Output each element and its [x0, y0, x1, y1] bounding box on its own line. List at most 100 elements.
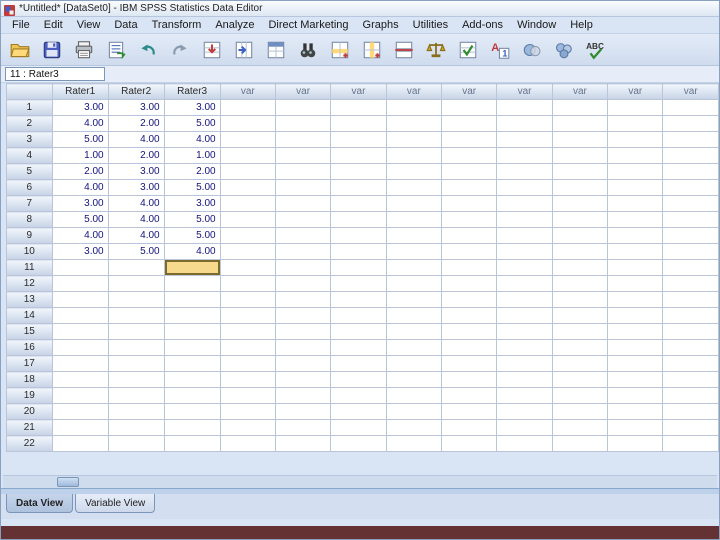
data-cell[interactable]	[662, 371, 719, 388]
data-cell[interactable]	[330, 227, 387, 244]
split-file-icon[interactable]	[391, 37, 417, 63]
data-cell[interactable]	[330, 99, 387, 116]
data-cell[interactable]	[107, 291, 165, 308]
data-cell[interactable]	[51, 291, 109, 308]
data-cell[interactable]	[219, 355, 276, 372]
data-cell[interactable]	[274, 435, 332, 452]
data-cell[interactable]	[607, 211, 664, 228]
data-cell[interactable]	[330, 323, 387, 340]
data-cell[interactable]	[219, 195, 276, 212]
redo-icon[interactable]	[167, 37, 193, 63]
row-header[interactable]: 15	[6, 323, 53, 340]
data-cell[interactable]	[330, 115, 387, 132]
data-cell[interactable]	[496, 419, 553, 436]
data-cell[interactable]	[496, 243, 553, 260]
data-cell[interactable]	[607, 227, 664, 244]
open-data-icon[interactable]	[7, 37, 33, 63]
data-cell[interactable]	[274, 147, 332, 164]
data-cell[interactable]	[107, 323, 165, 340]
data-cell[interactable]	[441, 131, 498, 148]
column-header-var[interactable]: var	[551, 83, 609, 100]
data-cell[interactable]	[385, 131, 443, 148]
row-header[interactable]: 10	[6, 243, 53, 260]
data-cell[interactable]: 5.00	[163, 211, 221, 228]
data-cell[interactable]	[385, 147, 443, 164]
data-cell[interactable]	[496, 179, 553, 196]
data-cell[interactable]	[219, 115, 276, 132]
column-header-var[interactable]: var	[330, 83, 387, 100]
data-cell[interactable]	[496, 195, 553, 212]
data-cell[interactable]	[274, 403, 332, 420]
data-cell[interactable]	[219, 323, 276, 340]
data-cell[interactable]	[607, 99, 664, 116]
column-header-var[interactable]: var	[441, 83, 498, 100]
spell-check-icon[interactable]: ABC	[583, 37, 609, 63]
data-cell[interactable]	[496, 403, 553, 420]
data-cell[interactable]	[330, 275, 387, 292]
data-cell[interactable]	[274, 115, 332, 132]
data-cell[interactable]	[662, 195, 719, 212]
horizontal-scrollbar[interactable]	[3, 475, 717, 488]
data-cell[interactable]	[607, 275, 664, 292]
row-header[interactable]: 12	[6, 275, 53, 292]
data-cell[interactable]	[441, 227, 498, 244]
menu-add-ons[interactable]: Add-ons	[455, 18, 510, 32]
data-cell[interactable]	[496, 339, 553, 356]
data-cell[interactable]	[330, 435, 387, 452]
data-cell[interactable]	[551, 227, 609, 244]
row-header[interactable]: 19	[6, 387, 53, 404]
data-cell[interactable]	[551, 179, 609, 196]
data-cell[interactable]	[662, 387, 719, 404]
data-cell[interactable]: 2.00	[163, 163, 221, 180]
data-cell[interactable]	[219, 371, 276, 388]
data-cell[interactable]	[163, 307, 221, 324]
use-variable-sets-icon[interactable]	[519, 37, 545, 63]
row-header[interactable]: 13	[6, 291, 53, 308]
data-cell[interactable]	[330, 419, 387, 436]
data-cell[interactable]	[551, 99, 609, 116]
data-cell[interactable]	[496, 275, 553, 292]
data-cell[interactable]	[607, 339, 664, 356]
data-cell[interactable]	[496, 323, 553, 340]
data-cell[interactable]	[385, 323, 443, 340]
data-cell[interactable]	[385, 355, 443, 372]
data-cell[interactable]	[662, 115, 719, 132]
data-cell[interactable]: 4.00	[107, 211, 165, 228]
row-header[interactable]: 8	[6, 211, 53, 228]
data-cell[interactable]	[496, 99, 553, 116]
data-cell[interactable]	[607, 403, 664, 420]
data-cell[interactable]	[219, 147, 276, 164]
data-cell[interactable]	[385, 259, 443, 276]
data-cell[interactable]	[385, 291, 443, 308]
data-cell[interactable]: 2.00	[107, 147, 165, 164]
data-cell[interactable]	[163, 371, 221, 388]
data-cell[interactable]	[662, 355, 719, 372]
data-cell[interactable]	[385, 419, 443, 436]
data-cell[interactable]	[219, 227, 276, 244]
data-cell[interactable]	[219, 243, 276, 260]
data-cell[interactable]	[163, 355, 221, 372]
data-cell[interactable]	[607, 435, 664, 452]
column-header-var[interactable]: var	[496, 83, 553, 100]
data-cell[interactable]	[607, 131, 664, 148]
data-cell[interactable]	[163, 387, 221, 404]
data-cell[interactable]	[107, 259, 165, 276]
data-cell[interactable]	[441, 371, 498, 388]
selected-cell[interactable]	[163, 259, 221, 276]
data-cell[interactable]	[385, 227, 443, 244]
menu-help[interactable]: Help	[563, 18, 600, 32]
data-cell[interactable]	[51, 355, 109, 372]
menu-data[interactable]: Data	[107, 18, 144, 32]
data-cell[interactable]	[441, 307, 498, 324]
data-cell[interactable]	[551, 403, 609, 420]
data-cell[interactable]	[51, 307, 109, 324]
data-cell[interactable]	[330, 387, 387, 404]
data-cell[interactable]	[330, 291, 387, 308]
data-cell[interactable]	[496, 163, 553, 180]
data-cell[interactable]	[107, 339, 165, 356]
data-cell[interactable]	[441, 419, 498, 436]
column-header-rater1[interactable]: Rater1	[51, 83, 109, 100]
data-cell[interactable]	[662, 131, 719, 148]
data-cell[interactable]	[330, 131, 387, 148]
data-cell[interactable]	[441, 243, 498, 260]
